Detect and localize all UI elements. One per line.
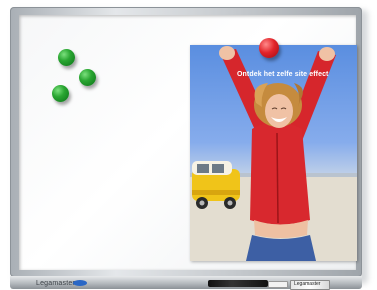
green-magnet-icon [58,49,75,66]
marker-cap-icon [268,281,288,288]
red-magnet-icon [259,38,279,58]
green-magnet-icon [79,69,96,86]
green-magnet-icon [52,85,69,102]
poster-headline: Ontdek het zelfe site effect [237,71,329,78]
brand-logo: Legamaster [36,280,75,287]
marker-icon [208,280,268,287]
eraser-label: Legamaster [294,281,321,287]
brand-logo-icon [73,280,87,286]
poster: Ontdek het zelfe site effect [190,45,357,261]
